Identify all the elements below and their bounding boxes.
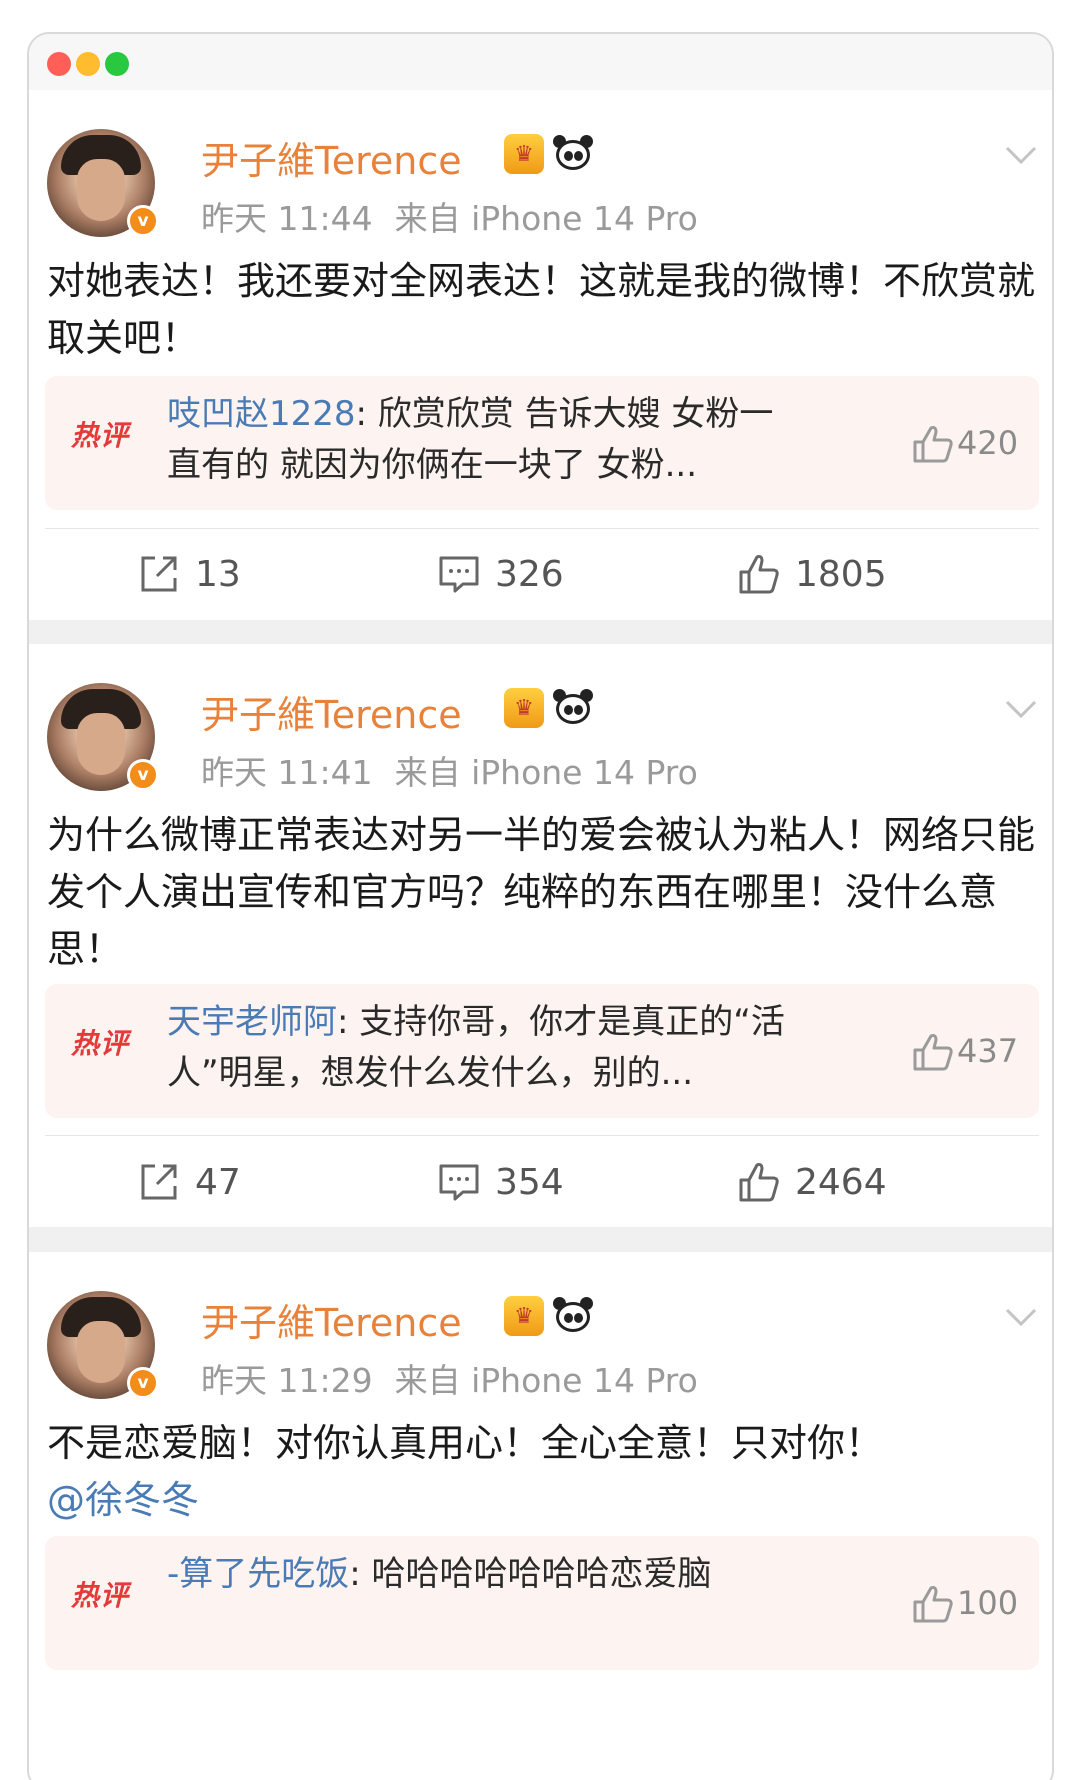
- hot-comment-text: -算了先吃饭: 哈哈哈哈哈哈哈恋爱脑: [167, 1554, 712, 1594]
- post-text: 为什么微博正常表达对另一半的爱会被认为粘人！网络只能发个人演出宣传和官方吗？纯粹…: [47, 813, 1036, 971]
- hot-comment[interactable]: 热评 -算了先吃饭: 哈哈哈哈哈哈哈恋爱脑 100: [45, 1536, 1039, 1670]
- chevron-down-icon[interactable]: [1004, 138, 1038, 172]
- hot-comment-like-count: 420: [957, 424, 1019, 462]
- post-card: v 尹子維Terence ♛ 昨天 11:41 来自 iPhone 14 Pro …: [29, 644, 1052, 1227]
- hot-comment-like-count: 437: [957, 1032, 1019, 1070]
- avatar[interactable]: v: [47, 1291, 159, 1399]
- app-window: v 尹子維Terence ♛ 昨天 11:44 来自 iPhone 14 Pro …: [27, 32, 1054, 1780]
- post-source: 来自 iPhone 14 Pro: [394, 753, 698, 792]
- hot-comment-badge: 热评: [71, 419, 130, 452]
- thumbs-up-icon[interactable]: [911, 424, 955, 464]
- verified-badge-icon: v: [127, 205, 159, 237]
- comment-count: 326: [495, 553, 564, 595]
- crown-icon: ♛: [504, 688, 544, 728]
- post-body: 不是恋爱脑！对你认真用心！全心全意！只对你！: [47, 1421, 884, 1465]
- hot-comment-text: 天宇老师阿: 支持你哥，你才是真正的“活人”明星，想发什么发什么，别的...: [167, 1002, 785, 1093]
- username[interactable]: 尹子維Terence: [201, 1292, 462, 1347]
- post-text: 不是恋爱脑！对你认真用心！全心全意！只对你！ @徐冬冬: [47, 1415, 1037, 1529]
- hot-commenter[interactable]: 吱凹赵1228: [167, 394, 356, 434]
- like-button[interactable]: 1805: [737, 549, 887, 599]
- thumbs-up-icon[interactable]: [911, 1584, 955, 1624]
- repost-count: 47: [195, 1161, 241, 1203]
- hot-commenter[interactable]: 天宇老师阿: [167, 1002, 337, 1042]
- minimize-window-button[interactable]: [76, 52, 100, 76]
- post-card: v 尹子維Terence ♛ 昨天 11:29 来自 iPhone 14 Pro …: [29, 1252, 1052, 1780]
- divider: [45, 1135, 1039, 1136]
- username[interactable]: 尹子維Terence: [201, 130, 462, 185]
- repost-button[interactable]: 47: [137, 1157, 241, 1207]
- crown-icon: ♛: [504, 134, 544, 174]
- panda-icon: [553, 1296, 593, 1336]
- hot-comment[interactable]: 热评 吱凹赵1228: 欣赏欣赏 告诉大嫂 女粉一直有的 就因为你俩在一块了 女…: [45, 376, 1039, 510]
- comment-count: 354: [495, 1161, 564, 1203]
- hot-comment-badge: 热评: [71, 1579, 130, 1612]
- username[interactable]: 尹子維Terence: [201, 684, 462, 739]
- hot-comment[interactable]: 热评 天宇老师阿: 支持你哥，你才是真正的“活人”明星，想发什么发什么，别的..…: [45, 984, 1039, 1118]
- thumbs-up-icon[interactable]: [911, 1032, 955, 1072]
- divider: [45, 528, 1039, 529]
- hot-comment-text: 吱凹赵1228: 欣赏欣赏 告诉大嫂 女粉一直有的 就因为你俩在一块了 女粉..…: [167, 394, 774, 485]
- title-bar: [29, 34, 1052, 90]
- post-time: 昨天 11:29: [201, 1361, 373, 1400]
- chevron-down-icon[interactable]: [1004, 1300, 1038, 1334]
- post-source: 来自 iPhone 14 Pro: [394, 1361, 698, 1400]
- hot-comment-like-count: 100: [957, 1584, 1019, 1622]
- hot-comment-body: 哈哈哈哈哈哈哈恋爱脑: [371, 1554, 712, 1594]
- like-count: 2464: [795, 1161, 887, 1203]
- like-button[interactable]: 2464: [737, 1157, 887, 1207]
- chevron-down-icon[interactable]: [1004, 692, 1038, 726]
- verified-badge-icon: v: [127, 1367, 159, 1399]
- repost-icon: [141, 1164, 177, 1200]
- post-meta: 昨天 11:44 来自 iPhone 14 Pro: [201, 192, 698, 240]
- like-count: 1805: [795, 553, 887, 595]
- repost-button[interactable]: 13: [137, 549, 241, 599]
- avatar[interactable]: v: [47, 683, 159, 791]
- panda-icon: [553, 134, 593, 174]
- avatar[interactable]: v: [47, 129, 159, 237]
- mention-link[interactable]: @徐冬冬: [47, 1472, 1037, 1529]
- post-time: 昨天 11:41: [201, 753, 373, 792]
- comment-icon: [439, 1164, 479, 1201]
- crown-icon: ♛: [504, 1296, 544, 1336]
- close-window-button[interactable]: [47, 52, 71, 76]
- hot-comment-badge: 热评: [71, 1027, 130, 1060]
- post-meta: 昨天 11:29 来自 iPhone 14 Pro: [201, 1354, 698, 1402]
- post-source: 来自 iPhone 14 Pro: [394, 199, 698, 238]
- comment-icon: [439, 556, 479, 593]
- thumbs-up-icon: [739, 555, 779, 594]
- zoom-window-button[interactable]: [105, 52, 129, 76]
- comment-button[interactable]: 354: [437, 1157, 564, 1207]
- post-meta: 昨天 11:41 来自 iPhone 14 Pro: [201, 746, 698, 794]
- repost-count: 13: [195, 553, 241, 595]
- thumbs-up-icon: [739, 1163, 779, 1202]
- verified-badge-icon: v: [127, 759, 159, 791]
- post-card: v 尹子維Terence ♛ 昨天 11:44 来自 iPhone 14 Pro …: [29, 90, 1052, 620]
- panda-icon: [553, 688, 593, 728]
- repost-icon: [141, 556, 177, 592]
- post-time: 昨天 11:44: [201, 199, 373, 238]
- hot-commenter[interactable]: -算了先吃饭: [167, 1554, 349, 1594]
- comment-button[interactable]: 326: [437, 549, 564, 599]
- post-text: 对她表达！我还要对全网表达！这就是我的微博！不欣赏就取关吧！: [47, 259, 1036, 360]
